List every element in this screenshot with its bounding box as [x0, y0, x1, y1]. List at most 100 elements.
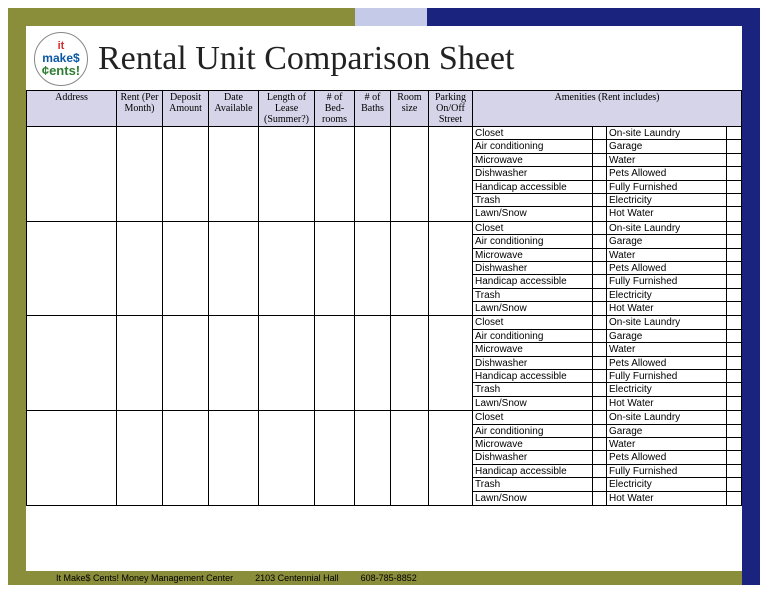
amenity-checkbox[interactable] — [593, 451, 607, 464]
blank-cell[interactable] — [315, 411, 355, 506]
col-address: Address — [27, 91, 117, 127]
amenity-checkbox[interactable] — [727, 222, 741, 235]
amenity-checkbox[interactable] — [593, 465, 607, 478]
amenity-checkbox[interactable] — [593, 411, 607, 424]
blank-cell[interactable] — [355, 221, 391, 316]
blank-cell[interactable] — [27, 316, 117, 411]
amenity-checkbox[interactable] — [727, 316, 741, 329]
blank-cell[interactable] — [117, 316, 163, 411]
amenity-checkbox[interactable] — [593, 275, 607, 288]
amenity-checkbox[interactable] — [593, 194, 607, 207]
blank-cell[interactable] — [355, 127, 391, 222]
amenity-checkbox[interactable] — [593, 383, 607, 396]
blank-cell[interactable] — [391, 411, 429, 506]
blank-cell[interactable] — [391, 316, 429, 411]
amenity-checkbox[interactable] — [593, 397, 607, 410]
amenity-checkbox[interactable] — [593, 154, 607, 167]
amenity-label: Air conditioning — [473, 235, 593, 248]
amenity-checkbox[interactable] — [727, 302, 741, 315]
amenity-checkbox[interactable] — [727, 207, 741, 220]
amenity-checkbox[interactable] — [593, 370, 607, 383]
amenity-checkbox[interactable] — [593, 343, 607, 356]
amenity-checkbox[interactable] — [727, 411, 741, 424]
amenity-checkbox[interactable] — [593, 289, 607, 302]
blank-cell[interactable] — [429, 127, 473, 222]
blank-cell[interactable] — [163, 221, 209, 316]
amenity-checkbox[interactable] — [593, 302, 607, 315]
blank-cell[interactable] — [259, 411, 315, 506]
blank-cell[interactable] — [429, 411, 473, 506]
blank-cell[interactable] — [117, 127, 163, 222]
blank-cell[interactable] — [163, 127, 209, 222]
amenity-checkbox[interactable] — [593, 492, 607, 505]
blank-cell[interactable] — [355, 316, 391, 411]
amenity-checkbox[interactable] — [727, 357, 741, 370]
amenity-checkbox[interactable] — [593, 330, 607, 343]
amenity-checkbox[interactable] — [727, 262, 741, 275]
amenity-checkbox[interactable] — [727, 397, 741, 410]
amenity-checkbox[interactable] — [593, 262, 607, 275]
amenity-label: Air conditioning — [473, 425, 593, 438]
blank-cell[interactable] — [315, 316, 355, 411]
amenity-checkbox[interactable] — [727, 425, 741, 438]
blank-cell[interactable] — [209, 411, 259, 506]
blank-cell[interactable] — [117, 221, 163, 316]
blank-cell[interactable] — [27, 127, 117, 222]
amenity-checkbox[interactable] — [593, 425, 607, 438]
amenity-checkbox[interactable] — [727, 383, 741, 396]
amenity-label: Lawn/Snow — [473, 492, 593, 505]
amenity-checkbox[interactable] — [593, 249, 607, 262]
amenity-checkbox[interactable] — [593, 438, 607, 451]
amenity-checkbox[interactable] — [593, 167, 607, 180]
blank-cell[interactable] — [259, 127, 315, 222]
amenity-checkbox[interactable] — [593, 222, 607, 235]
amenity-checkbox[interactable] — [593, 235, 607, 248]
amenity-checkbox[interactable] — [727, 140, 741, 153]
amenity-checkbox[interactable] — [593, 181, 607, 194]
amenity-checkbox[interactable] — [727, 451, 741, 464]
amenity-checkbox[interactable] — [727, 370, 741, 383]
amenity-label: Dishwasher — [473, 357, 593, 370]
blank-cell[interactable] — [315, 221, 355, 316]
amenity-checkbox[interactable] — [593, 140, 607, 153]
blank-cell[interactable] — [259, 316, 315, 411]
blank-cell[interactable] — [429, 316, 473, 411]
amenity-checkbox[interactable] — [727, 194, 741, 207]
amenity-checkbox[interactable] — [593, 207, 607, 220]
blank-cell[interactable] — [117, 411, 163, 506]
blank-cell[interactable] — [27, 221, 117, 316]
amenities-cell: ClosetOn-site LaundryAir conditioningGar… — [473, 127, 742, 222]
blank-cell[interactable] — [429, 221, 473, 316]
blank-cell[interactable] — [209, 221, 259, 316]
amenity-checkbox[interactable] — [593, 357, 607, 370]
blank-cell[interactable] — [391, 127, 429, 222]
blank-cell[interactable] — [391, 221, 429, 316]
blank-cell[interactable] — [209, 316, 259, 411]
amenity-checkbox[interactable] — [727, 478, 741, 491]
amenity-checkbox[interactable] — [727, 275, 741, 288]
amenity-checkbox[interactable] — [593, 478, 607, 491]
blank-cell[interactable] — [355, 411, 391, 506]
col-roomsize: Room size — [391, 91, 429, 127]
blank-cell[interactable] — [209, 127, 259, 222]
blank-cell[interactable] — [163, 411, 209, 506]
amenity-checkbox[interactable] — [593, 127, 607, 140]
blank-cell[interactable] — [27, 411, 117, 506]
amenity-checkbox[interactable] — [727, 127, 741, 140]
amenity-checkbox[interactable] — [727, 492, 741, 505]
amenity-checkbox[interactable] — [727, 181, 741, 194]
amenity-checkbox[interactable] — [727, 438, 741, 451]
amenity-checkbox[interactable] — [593, 316, 607, 329]
amenity-checkbox[interactable] — [727, 465, 741, 478]
blank-cell[interactable] — [315, 127, 355, 222]
amenity-checkbox[interactable] — [727, 235, 741, 248]
amenity-checkbox[interactable] — [727, 154, 741, 167]
amenity-checkbox[interactable] — [727, 249, 741, 262]
amenity-checkbox[interactable] — [727, 289, 741, 302]
amenity-checkbox[interactable] — [727, 167, 741, 180]
amenity-label: Fully Furnished — [607, 370, 727, 383]
amenity-checkbox[interactable] — [727, 343, 741, 356]
blank-cell[interactable] — [163, 316, 209, 411]
blank-cell[interactable] — [259, 221, 315, 316]
amenity-checkbox[interactable] — [727, 330, 741, 343]
